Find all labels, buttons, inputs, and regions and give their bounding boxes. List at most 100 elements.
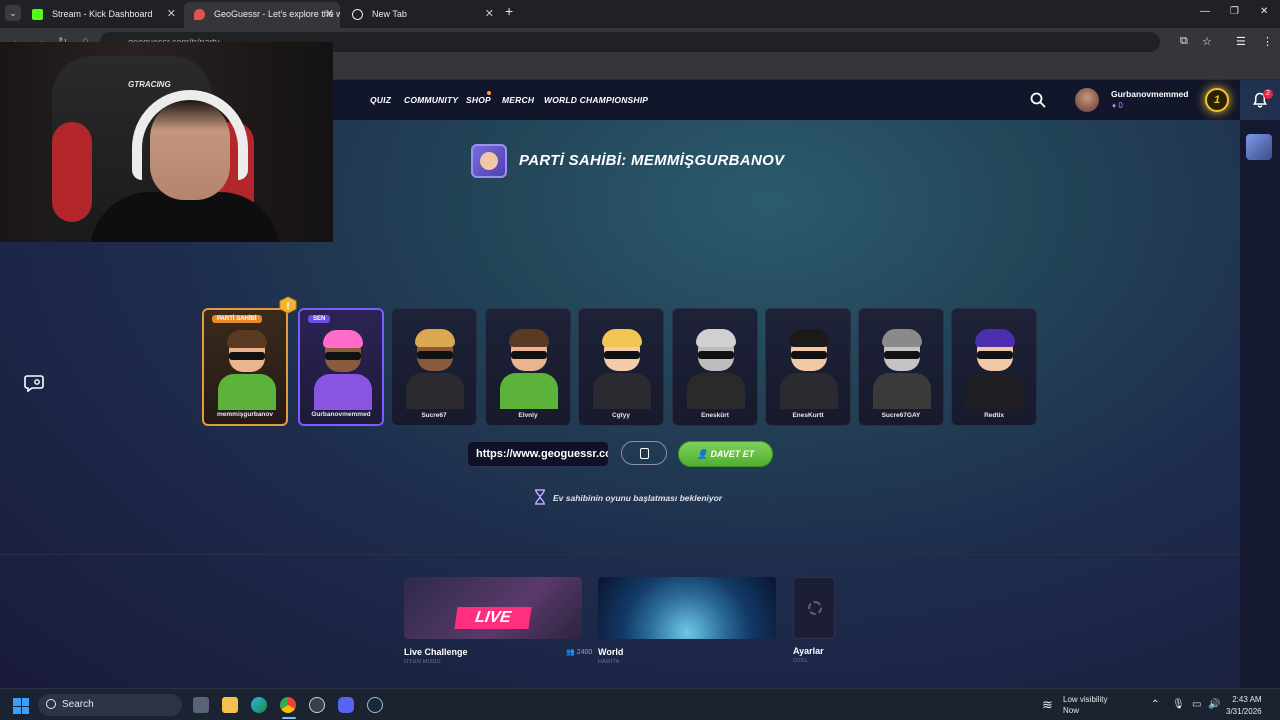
avatar-body (218, 374, 276, 410)
close-tab-icon[interactable]: ✕ (167, 2, 176, 26)
live-challenge-card[interactable]: LIVE (404, 577, 582, 639)
live-challenge-title: Live Challenge (404, 647, 468, 657)
sunglasses-icon (791, 351, 827, 359)
search-icon (46, 699, 56, 709)
party-member-card[interactable]: Cgtyy (578, 308, 664, 426)
new-tab-button[interactable]: + (505, 3, 513, 19)
sunglasses-icon (325, 352, 361, 360)
nav-community[interactable]: COMMUNITY (404, 95, 458, 105)
weather-time: Now (1063, 706, 1080, 715)
tab-title: New Tab (372, 9, 407, 19)
discord-icon[interactable] (338, 697, 354, 713)
edge-icon[interactable] (251, 697, 267, 713)
world-map-card[interactable] (598, 577, 776, 639)
file-explorer-icon[interactable] (222, 697, 238, 713)
copy-link-button[interactable] (621, 441, 667, 465)
chevron-up-icon[interactable]: ⌃ (1151, 699, 1159, 710)
avatar-hair (882, 329, 922, 347)
level-badge[interactable]: 1 (1205, 88, 1229, 112)
chrome-icon[interactable] (280, 697, 296, 713)
obs-icon[interactable] (309, 697, 325, 713)
avatar-hair (509, 329, 549, 347)
party-member-card[interactable]: Redtix (951, 308, 1037, 426)
avatar-body (593, 373, 651, 409)
user-avatar[interactable] (1075, 88, 1099, 112)
avatar-hair (696, 329, 736, 347)
hourglass-icon (535, 489, 545, 505)
weather-status[interactable]: Low visibility (1063, 695, 1107, 704)
party-member-card[interactable]: Eneskürt (672, 308, 758, 426)
svg-text:!: ! (286, 301, 289, 312)
install-app-icon[interactable]: ⧉ (1180, 35, 1188, 48)
avatar-body (406, 373, 464, 409)
avatar-hair (789, 329, 829, 347)
host-crown-icon: ! (279, 296, 297, 314)
close-tab-icon[interactable]: ✕ (485, 2, 494, 26)
invite-link-field[interactable]: https://www.geoguessr.com/tr/party (467, 441, 609, 467)
volume-icon[interactable]: 🔊 (1208, 699, 1220, 710)
minimize-icon[interactable]: — (1200, 6, 1210, 17)
section-divider (0, 554, 1240, 555)
member-name: memmişgurbanov (217, 411, 273, 418)
chair-red-left (52, 122, 92, 222)
member-name: Redtix (984, 412, 1004, 419)
avatar-body (780, 373, 838, 409)
tab-title: GeoGuessr - Let's explore the w (214, 9, 340, 19)
kick-favicon-icon (32, 9, 43, 20)
browser-tab-bar: ⌄ Stream - Kick Dashboard ✕ GeoGuessr - … (0, 0, 1280, 28)
bookmark-star-icon[interactable]: ☆ (1202, 35, 1212, 48)
party-member-card[interactable]: Sucre67GAY (858, 308, 944, 426)
clock-time: 2:43 AM (1232, 695, 1262, 704)
microphone-icon[interactable]: 🎙 (1172, 699, 1185, 710)
avatar-hair (227, 330, 267, 348)
friends-sidebar-avatar[interactable] (1246, 134, 1272, 160)
nav-world-championship[interactable]: WORLD CHAMPIONSHIP (544, 95, 648, 105)
nav-merch[interactable]: MERCH (502, 95, 534, 105)
close-window-icon[interactable]: ✕ (1260, 6, 1268, 17)
search-icon[interactable] (1030, 92, 1046, 108)
network-icon[interactable]: ▭ (1192, 699, 1201, 710)
party-member-card[interactable]: PARTİ SAHİBİ memmişgurbanov (202, 308, 288, 426)
avatar-hair (323, 330, 363, 348)
nav-quiz[interactable]: QUIZ (370, 95, 391, 105)
settings-card[interactable] (793, 577, 835, 639)
windows-taskbar: Search ≋ Low visibility Now ⌃ 🎙 ▭ 🔊 2:43… (0, 688, 1280, 720)
sunglasses-icon (229, 352, 265, 360)
chat-icon[interactable] (24, 374, 44, 392)
sunglasses-icon (698, 351, 734, 359)
party-member-card[interactable]: EnesKurtt (765, 308, 851, 426)
world-title: World (598, 647, 624, 657)
live-tag: LIVE (454, 607, 532, 629)
tab-search-menu[interactable]: ⌄ (5, 5, 21, 21)
party-member-card[interactable]: Sucre67 (391, 308, 477, 426)
chair-logo: GTRACING (128, 80, 171, 89)
party-member-card[interactable]: SEN Gurbanovmemmed (298, 308, 384, 426)
active-app-indicator (282, 717, 296, 719)
nav-shop[interactable]: SHOP (466, 95, 491, 105)
tab-new-tab[interactable]: New Tab ✕ (342, 2, 500, 28)
steam-icon[interactable] (367, 697, 383, 713)
webcam-overlay: GTRACING (0, 42, 333, 242)
player-count-value: 2400 (576, 649, 593, 656)
close-tab-icon[interactable]: ✕ (325, 2, 334, 26)
tab-geoguessr[interactable]: GeoGuessr - Let's explore the w ✕ (184, 2, 340, 28)
host-badge: PARTİ SAHİBİ (212, 315, 262, 323)
username[interactable]: Gurbanovmemmed (1111, 89, 1188, 99)
browser-menu-icon[interactable]: ⋮ (1262, 35, 1273, 48)
clock[interactable]: 2:43 AM 3/31/2026 (1226, 694, 1262, 718)
weather-icon[interactable]: ≋ (1042, 697, 1053, 713)
shop-new-dot (487, 91, 491, 95)
invite-button-label: DAVET ET (710, 449, 755, 459)
windows-start-icon[interactable] (13, 698, 29, 714)
taskbar-search[interactable]: Search (38, 694, 182, 716)
extensions-icon[interactable]: ☰ (1236, 35, 1246, 48)
party-member-card[interactable]: Elvnly (485, 308, 571, 426)
avatar-hair (602, 329, 642, 347)
coin-balance: ♦ 0 (1112, 101, 1123, 110)
live-player-count: 👥 2400 (566, 649, 593, 656)
task-view-icon[interactable] (193, 697, 209, 713)
invite-button[interactable]: 👤 DAVET ET (678, 441, 773, 467)
member-name: Sucre67 (421, 412, 447, 419)
restore-icon[interactable]: ❐ (1230, 6, 1239, 17)
tab-kick-dashboard[interactable]: Stream - Kick Dashboard ✕ (22, 2, 182, 28)
